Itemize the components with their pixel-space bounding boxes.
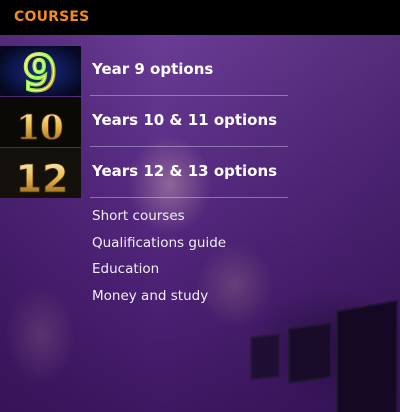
svg-text:10: 10 bbox=[16, 108, 63, 147]
svg-text:12: 12 bbox=[16, 157, 69, 198]
monitor-image bbox=[250, 333, 280, 381]
secondary-links: Short courses Qualifications guide Educa… bbox=[92, 205, 292, 311]
link-short-courses[interactable]: Short courses bbox=[92, 205, 292, 232]
option-year-9[interactable]: 9 9 Year 9 options bbox=[0, 46, 288, 96]
divider bbox=[90, 197, 288, 198]
header-bar: COURSES bbox=[0, 0, 400, 35]
monitor-image bbox=[336, 299, 398, 412]
option-label[interactable]: Year 9 options bbox=[92, 60, 213, 78]
option-label[interactable]: Years 12 & 13 options bbox=[92, 162, 277, 180]
number-12-icon[interactable]: 12 bbox=[0, 148, 81, 198]
section-title: COURSES bbox=[14, 9, 90, 25]
divider bbox=[90, 95, 288, 96]
number-10-icon[interactable]: 10 bbox=[0, 97, 81, 147]
monitor-image bbox=[288, 321, 332, 385]
number-9-icon[interactable]: 9 9 bbox=[0, 46, 81, 96]
link-money-and-study[interactable]: Money and study bbox=[92, 285, 292, 312]
link-qualifications-guide[interactable]: Qualifications guide bbox=[92, 232, 292, 259]
option-label[interactable]: Years 10 & 11 options bbox=[92, 111, 277, 129]
courses-widget: COURSES 9 9 Year 9 options 10 Years 10 &… bbox=[0, 0, 400, 412]
divider bbox=[90, 146, 288, 147]
option-years-12-13[interactable]: 12 Years 12 & 13 options bbox=[0, 148, 288, 198]
svg-text:9: 9 bbox=[23, 46, 56, 96]
link-education[interactable]: Education bbox=[92, 258, 292, 285]
option-years-10-11[interactable]: 10 Years 10 & 11 options bbox=[0, 97, 288, 147]
